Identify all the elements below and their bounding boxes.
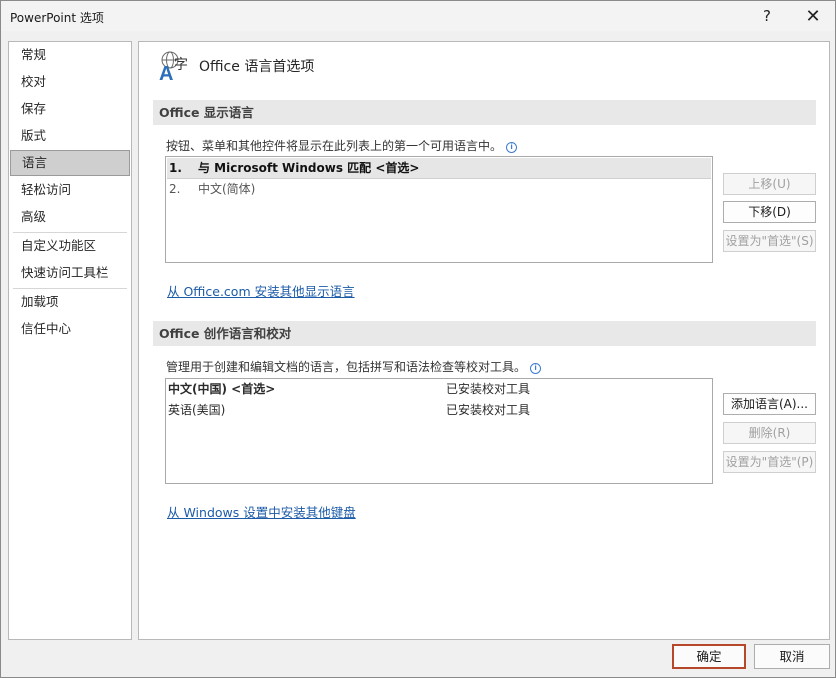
move-down-button[interactable]: 下移(D) [723, 201, 816, 223]
add-language-button[interactable]: 添加语言(A)... [723, 393, 816, 415]
set-preferred-authoring-button[interactable]: 设置为"首选"(P) [723, 451, 816, 473]
nav-item-accessibility[interactable]: 轻松访问 [10, 177, 130, 203]
authoring-language-description: 管理用于创建和编辑文档的语言，包括拼写和语法检查等校对工具。 i [166, 358, 542, 375]
nav-item-layout[interactable]: 版式 [10, 123, 130, 149]
options-dialog: PowerPoint 选项 ? ✕ 常规 校对 保存 版式 语言 轻松访问 高级… [0, 0, 836, 678]
move-up-button[interactable]: 上移(U) [723, 173, 816, 195]
list-item[interactable]: 1. 与 Microsoft Windows 匹配 <首选> [167, 158, 711, 179]
help-button[interactable]: ? [745, 1, 789, 31]
nav-item-trust-center[interactable]: 信任中心 [10, 316, 130, 342]
set-preferred-display-button[interactable]: 设置为"首选"(S) [723, 230, 816, 252]
nav-item-save[interactable]: 保存 [10, 96, 130, 122]
display-language-description: 按钮、菜单和其他控件将显示在此列表上的第一个可用语言中。 i [166, 137, 518, 154]
ok-button[interactable]: 确定 [672, 644, 746, 669]
nav-item-proofing[interactable]: 校对 [10, 69, 130, 95]
nav-item-customize-ribbon[interactable]: 自定义功能区 [10, 233, 130, 259]
category-nav: 常规 校对 保存 版式 语言 轻松访问 高级 自定义功能区 快速访问工具栏 加载… [8, 41, 132, 640]
nav-item-general[interactable]: 常规 [10, 42, 130, 68]
close-button[interactable]: ✕ [791, 1, 835, 31]
cancel-button[interactable]: 取消 [754, 644, 830, 669]
nav-item-add-ins[interactable]: 加载项 [10, 289, 130, 315]
list-item[interactable]: 中文(中国) <首选> 已安装校对工具 [167, 379, 711, 399]
language-panel: A 字 Office 语言首选项 Office 显示语言 按钮、菜单和其他控件将… [138, 41, 830, 640]
info-icon[interactable]: i [506, 142, 518, 153]
install-display-language-link[interactable]: 从 Office.com 安装其他显示语言 [167, 281, 355, 300]
install-keyboard-link[interactable]: 从 Windows 设置中安装其他键盘 [167, 502, 356, 521]
nav-item-language[interactable]: 语言 [10, 150, 130, 176]
display-language-section-header: Office 显示语言 [153, 100, 816, 125]
remove-language-button[interactable]: 删除(R) [723, 422, 816, 444]
svg-text:A: A [159, 63, 173, 82]
language-icon: A 字 [159, 51, 188, 82]
title-bar: PowerPoint 选项 ? ✕ [1, 1, 835, 31]
svg-text:字: 字 [174, 57, 188, 73]
authoring-language-list[interactable]: 中文(中国) <首选> 已安装校对工具 英语(美国) 已安装校对工具 [165, 378, 713, 484]
nav-item-advanced[interactable]: 高级 [10, 204, 130, 230]
nav-item-quick-access-toolbar[interactable]: 快速访问工具栏 [10, 260, 130, 286]
list-item[interactable]: 2. 中文(简体) [167, 179, 711, 199]
authoring-language-section-header: Office 创作语言和校对 [153, 321, 816, 346]
window-title: PowerPoint 选项 [10, 11, 104, 25]
info-icon[interactable]: i [530, 363, 542, 374]
list-item[interactable]: 英语(美国) 已安装校对工具 [167, 400, 711, 420]
page-title: Office 语言首选项 [199, 59, 315, 75]
display-language-list[interactable]: 1. 与 Microsoft Windows 匹配 <首选> 2. 中文(简体) [165, 156, 713, 263]
